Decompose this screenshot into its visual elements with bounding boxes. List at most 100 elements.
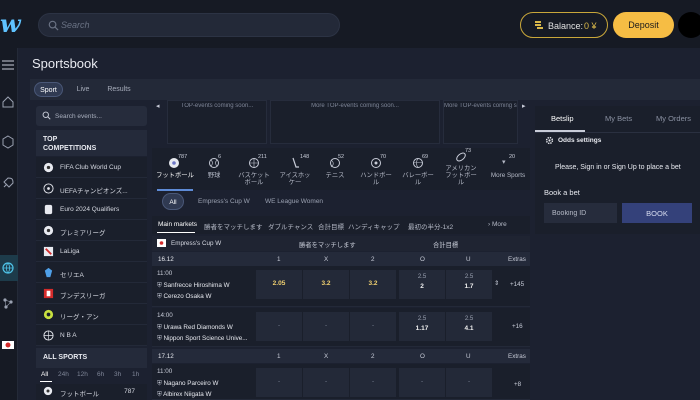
market-tab[interactable]: ハンディキャップ <box>348 221 400 231</box>
sport-tab-volleyball[interactable]: 69 バレーボー ル <box>398 148 438 190</box>
tab-sport[interactable]: Sport <box>34 82 63 97</box>
tab-results[interactable]: Results <box>103 82 135 97</box>
odd-cell-under[interactable]: - <box>446 368 492 397</box>
events-search[interactable] <box>36 106 147 126</box>
competition-item[interactable]: Euro 2024 Qualifiers <box>36 199 147 220</box>
sport-tab-basketball[interactable]: 211 バスケット ボール <box>234 148 274 190</box>
sport-tab-american-football[interactable]: 73 アメリカン フットボー ル <box>440 148 482 190</box>
cube-icon[interactable] <box>1 135 15 149</box>
match-time: 14:00 <box>157 312 173 319</box>
league-filter[interactable]: Empress's Cup W <box>198 193 250 210</box>
odd-cell-x[interactable]: - <box>303 368 349 397</box>
match-time: 11:00 <box>157 368 173 375</box>
sport-label: More Sports <box>490 172 526 179</box>
odd-cell-under[interactable]: 2.5 4.1 <box>446 312 492 341</box>
logo[interactable]: w <box>0 12 21 36</box>
extras-count[interactable]: +16 <box>512 323 523 330</box>
book-button[interactable]: BOOK <box>622 203 692 223</box>
tab-my-bets[interactable]: My Bets <box>605 114 632 123</box>
extras-count[interactable]: +8 <box>514 381 521 388</box>
top-event-card[interactable]: TOP-events coming soon... <box>167 100 267 144</box>
rocket-icon[interactable] <box>1 176 15 190</box>
match-row[interactable]: 11:00 ⛨ Nagano Parceiro W ⛨ Albirex Niig… <box>152 364 530 400</box>
carousel-prev-icon[interactable]: ◂ <box>156 102 160 110</box>
time-filter-3h[interactable]: 3h <box>114 371 121 378</box>
odd-cell-1[interactable]: - <box>256 312 302 341</box>
balance-pill[interactable]: Balance: 0 ¥ <box>520 12 608 38</box>
tab-live[interactable]: Live <box>70 82 96 97</box>
odd-value: 1.7 <box>464 283 474 290</box>
league-filter[interactable]: WE League Women <box>265 193 323 210</box>
market-tab[interactable]: 勝者をマッチします <box>204 221 263 231</box>
carousel-next-icon[interactable]: ▸ <box>522 102 526 110</box>
menu-icon[interactable] <box>1 58 15 72</box>
odd-cell-over[interactable]: - <box>399 368 445 397</box>
global-search-input[interactable] <box>61 14 321 36</box>
sport-tab-tennis[interactable]: 52 テニス <box>318 148 352 190</box>
odd-cell-1[interactable]: 2.05 <box>256 270 302 299</box>
odd-cell-1[interactable]: - <box>256 368 302 397</box>
events-search-input[interactable] <box>55 106 143 126</box>
competition-item[interactable]: N B A <box>36 325 147 346</box>
competition-item[interactable]: ブンデスリーガ <box>36 283 147 304</box>
odd-cell-x[interactable]: 3.2 <box>303 270 349 299</box>
competition-item[interactable]: リーグ・アン <box>36 304 147 325</box>
time-filter-1h[interactable]: 1h <box>132 371 139 378</box>
network-icon[interactable] <box>1 296 15 310</box>
match-row[interactable]: 11:00 ⛨ Sanfrecce Hiroshima W ⛨ Cerezo O… <box>152 266 530 307</box>
odd-cell-over[interactable]: 2.5 2 <box>399 270 445 299</box>
col-header: Extras <box>508 256 526 263</box>
competition-item[interactable]: UEFAチャンピオンズ... <box>36 178 147 199</box>
odd-value: - <box>371 378 375 385</box>
extras-count[interactable]: +145 <box>510 281 524 288</box>
sportsbook-app: w Balance: 0 ¥ Deposit Sportsbook Sport … <box>0 0 700 400</box>
more-sports-button[interactable]: 20 ▾ More Sports <box>488 148 528 190</box>
betslip-tab-underline <box>535 130 585 132</box>
market-tab[interactable]: ダブルチャンス <box>268 221 313 231</box>
sports-ball-icon[interactable] <box>1 261 15 275</box>
odd-cell-2[interactable]: - <box>350 312 396 341</box>
booking-id-input[interactable] <box>544 203 617 223</box>
market-tab[interactable]: Main markets <box>158 221 197 228</box>
col-header: 2 <box>371 256 375 263</box>
match-row[interactable]: 14:00 ⛨ Urawa Red Diamonds W ⛨ Nippon Sp… <box>152 308 530 347</box>
competition-item[interactable]: プレミアリーグ <box>36 220 147 241</box>
sport-label-line1: バレーボー <box>402 172 434 179</box>
odd-cell-2[interactable]: 3.2 <box>350 270 396 299</box>
competition-item[interactable]: FIFA Club World Cup <box>36 157 147 178</box>
sport-tab-handball[interactable]: 70 ハンドボー ル <box>356 148 396 190</box>
sport-tab-baseball[interactable]: 6 野球 <box>198 148 230 190</box>
global-search[interactable] <box>38 13 340 37</box>
sport-list-item[interactable]: フットボール 787 <box>36 384 147 400</box>
time-filter-6h[interactable]: 6h <box>97 371 104 378</box>
top-event-card[interactable]: More TOP-events coming soon... <box>443 100 518 144</box>
signin-message[interactable]: Please, Sign in or Sign Up to place a be… <box>555 164 681 171</box>
top-competitions-title-line1: TOP <box>43 136 58 143</box>
home-icon[interactable] <box>1 95 15 109</box>
top-event-card[interactable]: More TOP-events coming soon... <box>270 100 440 144</box>
odd-cell-under[interactable]: 2.5 1.7 <box>446 270 492 299</box>
market-tab[interactable]: 合計目標 <box>318 221 344 231</box>
deposit-button[interactable]: Deposit <box>613 12 674 38</box>
japan-flag-icon[interactable] <box>1 338 15 352</box>
time-filter-12h[interactable]: 12h <box>77 371 88 378</box>
tab-betslip[interactable]: Betslip <box>551 114 574 123</box>
match-time: 11:00 <box>157 270 173 277</box>
league-filter-all[interactable]: All <box>162 193 184 210</box>
market-tab[interactable]: 最初の半分-1x2 <box>408 221 453 231</box>
competition-item[interactable]: セリエA <box>36 262 147 283</box>
sport-count: 787 <box>178 154 188 160</box>
sport-tab-hockey[interactable]: 148 アイスホッ ケー <box>276 148 314 190</box>
tab-my-orders[interactable]: My Orders <box>656 114 691 123</box>
avatar[interactable] <box>678 12 700 38</box>
odd-cell-2[interactable]: - <box>350 368 396 397</box>
more-markets-button[interactable]: › More <box>488 221 507 228</box>
bundesliga-icon <box>43 288 54 299</box>
competition-item[interactable]: LaLiga <box>36 241 147 262</box>
odd-cell-x[interactable]: - <box>303 312 349 341</box>
line-stepper-icon[interactable]: ⇕ <box>494 280 499 287</box>
sport-tab-football[interactable]: 787 フットボール <box>156 148 194 190</box>
time-filter-all[interactable]: All <box>41 371 48 378</box>
time-filter-24h[interactable]: 24h <box>58 371 69 378</box>
odd-cell-over[interactable]: 2.5 1.17 <box>399 312 445 341</box>
